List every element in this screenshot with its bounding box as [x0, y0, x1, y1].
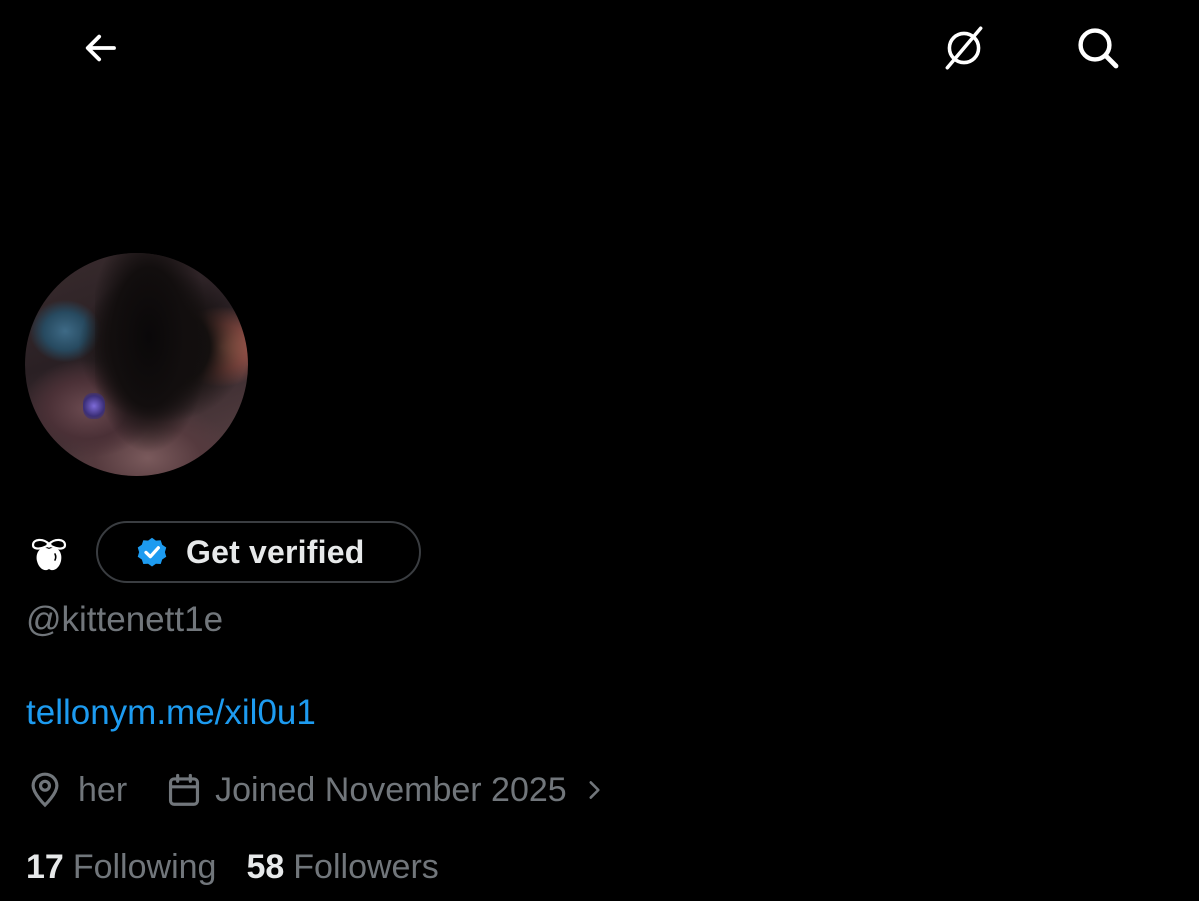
- avatar-highlight: [83, 393, 105, 419]
- avatar-shading: [95, 253, 215, 463]
- search-button[interactable]: [1066, 16, 1130, 80]
- apple-bow-emoji: [31, 538, 67, 571]
- following-link[interactable]: 17 Following: [26, 848, 216, 887]
- profile-screen: { "nav": { "back_icon": "arrow-left-icon…: [0, 0, 1199, 901]
- arrow-left-icon: [85, 34, 116, 62]
- joined-text: Joined November 2025: [215, 770, 567, 809]
- followers-count: 58: [246, 848, 285, 886]
- chevron-right-icon[interactable]: [581, 775, 607, 805]
- avatar[interactable]: [25, 253, 248, 476]
- following-count: 17: [26, 848, 64, 886]
- following-label: Following: [72, 848, 217, 886]
- back-button[interactable]: [68, 16, 132, 80]
- search-icon: [1078, 28, 1119, 69]
- profile-link[interactable]: tellonym.me/xil0u1: [26, 693, 316, 733]
- get-verified-label: Get verified: [186, 533, 365, 570]
- location-item: her: [26, 771, 127, 810]
- followers-link[interactable]: 58 Followers: [246, 848, 438, 887]
- profile-meta: her Joined November 2025: [26, 768, 607, 812]
- location-pin-icon: [31, 772, 59, 808]
- follow-counts: 17 Following 58 Followers: [26, 848, 439, 887]
- verified-badge-icon: [137, 537, 167, 567]
- joined-item: Joined November 2025: [165, 771, 607, 810]
- location-text: her: [78, 770, 128, 809]
- grok-button[interactable]: [932, 16, 996, 80]
- get-verified-button[interactable]: Get verified: [96, 521, 421, 583]
- calendar-icon: [169, 773, 200, 806]
- grok-icon: [945, 26, 983, 70]
- followers-label: Followers: [293, 848, 439, 886]
- user-handle: @kittenett1e: [26, 600, 224, 639]
